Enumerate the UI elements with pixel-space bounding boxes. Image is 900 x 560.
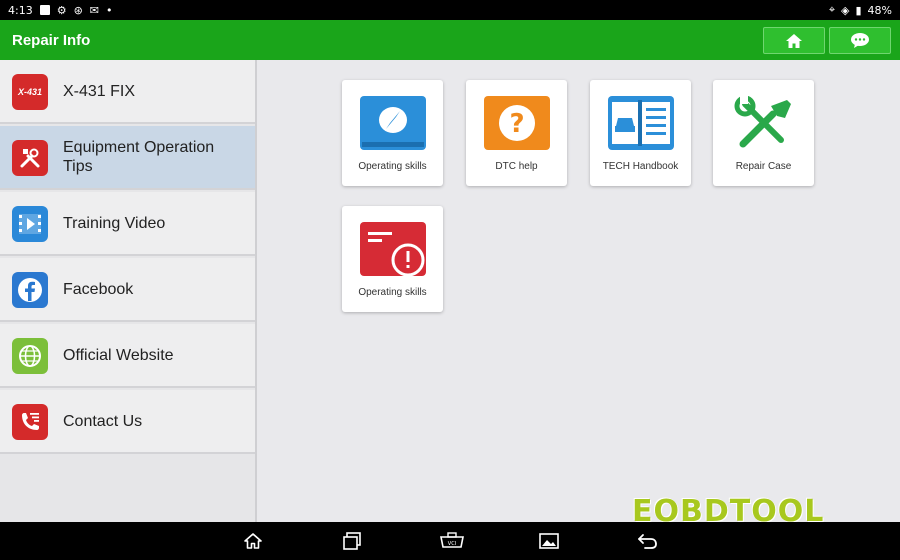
nav-back-button[interactable] (636, 530, 660, 552)
sidebar-item-label: Equipment Operation Tips (63, 139, 215, 175)
compass-book-icon (360, 96, 426, 150)
page-title: Repair Info (12, 31, 91, 49)
wrench-screwdriver-icon (731, 95, 797, 150)
tile-repair-case[interactable]: Repair Case (713, 80, 814, 186)
sidebar-item-label: Facebook (63, 280, 134, 298)
recent-apps-icon (343, 532, 361, 550)
x431-badge-text: X-431 (17, 87, 43, 97)
sidebar-item-label: Training Video (63, 214, 166, 232)
image-icon (539, 533, 559, 549)
app-header: Repair Info (0, 20, 900, 60)
warning-card-icon (360, 222, 426, 277)
tile-label: Repair Case (735, 161, 792, 172)
sidebar: X-431 X-431 FIX Equipment Operation Tips… (0, 60, 257, 522)
sidebar-item-label: Contact Us (63, 412, 143, 430)
tile-tech-handbook[interactable]: TECH Handbook (590, 80, 691, 186)
globe-icon (12, 338, 48, 374)
tile-operating-skills-2[interactable]: Operating skills (342, 206, 443, 312)
nav-recents-button[interactable] (340, 530, 364, 552)
contact-icon (12, 404, 48, 440)
image-notification-icon (39, 5, 50, 15)
tile-dtc-help[interactable]: ? DTC help (466, 80, 567, 186)
x431-fix-icon: X-431 (12, 74, 48, 110)
svg-text:?: ? (509, 109, 524, 139)
home-icon (786, 33, 802, 48)
car-handbook-icon (608, 96, 674, 150)
tile-label: TECH Handbook (602, 161, 679, 172)
sidebar-item-x431-fix[interactable]: X-431 X-431 FIX (0, 60, 255, 124)
sidebar-item-label: X-431 FIX (63, 82, 136, 100)
home-outline-icon (244, 533, 262, 549)
chat-bubble-icon (851, 33, 869, 48)
dot-notification-icon: • (106, 3, 113, 17)
sidebar-item-contact-us[interactable]: Contact Us (0, 390, 255, 454)
nav-home-button[interactable] (241, 530, 265, 552)
back-arrow-icon (638, 534, 657, 549)
sidebar-item-training-video[interactable]: Training Video (0, 192, 255, 256)
nav-screenshot-button[interactable] (537, 530, 561, 552)
status-bar: 4:13 ⚙ ⊛ ✉ • ⌖ ◈ ▮ 48% (0, 0, 900, 20)
tile-label: DTC help (495, 161, 538, 172)
vci-connector-icon: VCI (440, 532, 464, 548)
message-button[interactable] (829, 27, 891, 54)
status-time: 4:13 (8, 3, 33, 17)
question-icon: ? (484, 96, 550, 150)
battery-icon: ▮ (855, 3, 862, 17)
video-icon (12, 206, 48, 242)
home-button[interactable] (763, 27, 825, 54)
mail-notification-icon: ✉ (89, 3, 100, 17)
sidebar-item-facebook[interactable]: Facebook (0, 258, 255, 322)
wifi-icon: ◈ (841, 3, 850, 17)
svg-text:VCI: VCI (448, 541, 456, 547)
sidebar-item-label: Official Website (63, 346, 174, 364)
facebook-icon (12, 272, 48, 308)
sidebar-item-equipment-operation-tips[interactable]: Equipment Operation Tips (0, 126, 255, 190)
tile-label: Operating skills (358, 161, 427, 172)
tools-icon (12, 140, 48, 176)
gear-notification-icon: ⊛ (73, 3, 83, 17)
settings-notification-icon: ⚙ (56, 3, 67, 17)
sidebar-item-official-website[interactable]: Official Website (0, 324, 255, 388)
tile-operating-skills[interactable]: Operating skills (342, 80, 443, 186)
system-navigation-bar: VCI (0, 522, 900, 560)
battery-percent: 48% (867, 3, 892, 17)
nav-vci-button[interactable]: VCI (438, 530, 466, 552)
location-icon: ⌖ (828, 3, 836, 16)
tile-label: Operating skills (358, 287, 427, 298)
